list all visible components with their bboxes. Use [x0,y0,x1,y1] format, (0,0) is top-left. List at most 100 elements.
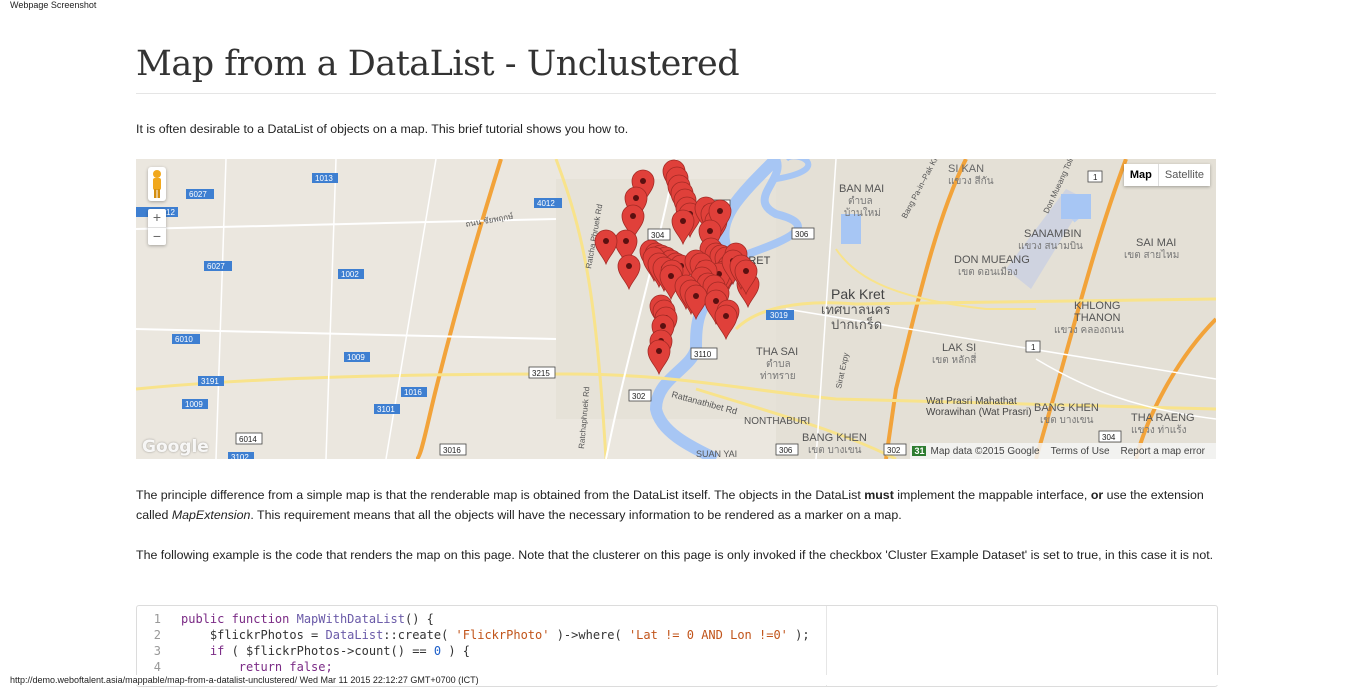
svg-text:Pak Kret: Pak Kret [831,286,885,302]
map-canvas[interactable]: 1013 6027 12 4012 6027 1002 6010 1009 31… [136,159,1216,459]
svg-text:แขวง ท่าแร้ง: แขวง ท่าแร้ง [1131,424,1187,436]
svg-text:12: 12 [166,208,175,217]
terms-of-use-link[interactable]: Terms of Use [1051,446,1110,457]
svg-text:3110: 3110 [694,350,712,359]
para2-extension-name: MapExtension [171,508,251,522]
capture-footer: http://demo.weboftalent.asia/mappable/ma… [10,675,1340,685]
svg-text:1016: 1016 [404,388,422,397]
code-line: 3 if ( $flickrPhotos->count() == 0 ) { [137,644,470,660]
zoom-in-button[interactable]: + [148,209,166,228]
svg-text:1013: 1013 [315,174,333,183]
map-marker-dot [633,195,639,201]
svg-text:306: 306 [779,446,793,455]
code-text: ( $flickrPhotos->count() == [224,644,434,658]
map-marker-dot [713,298,719,304]
line-number: 3 [153,644,161,658]
svg-text:แขวง สนามบิน: แขวง สนามบิน [1018,241,1083,252]
code-text: ); [787,628,810,642]
svg-text:THA SAI: THA SAI [756,346,798,358]
map-type-map-button[interactable]: Map [1123,164,1159,186]
map-marker-dot [693,293,699,299]
svg-text:1002: 1002 [341,270,359,279]
svg-text:เขต บางเขน: เขต บางเขน [808,445,862,456]
svg-text:6027: 6027 [189,190,207,199]
svg-text:1: 1 [1093,173,1098,182]
page-title: Map from a DataList - Unclustered [136,44,740,84]
svg-text:แขวง คลองถนน: แขวง คลองถนน [1054,325,1124,336]
code-line: 1 public function MapWithDataList() { [137,612,434,628]
svg-text:DON MUEANG: DON MUEANG [954,254,1030,266]
svg-text:ปากเกร็ด: ปากเกร็ด [831,315,882,332]
svg-text:3019: 3019 [770,311,788,320]
svg-text:NONTHABURI: NONTHABURI [744,416,810,427]
map-marker-dot [626,263,632,269]
map-marker-dot [743,268,749,274]
map-marker-dot [723,313,729,319]
svg-text:ท่าทราย: ท่าทราย [760,371,796,382]
svg-text:304: 304 [1102,433,1116,442]
street-view-pegman[interactable] [148,167,166,201]
para2-text-d: . This requirement means that all the ob… [250,508,902,522]
google-logo[interactable]: Google [142,437,209,457]
svg-text:306: 306 [795,230,809,239]
zoom-out-button[interactable]: − [148,228,166,246]
map-type-satellite-button[interactable]: Satellite [1158,164,1210,186]
code-keyword: if [181,644,225,658]
code-text: )->where( [549,628,629,642]
para2-text-a: The principle difference from a simple m… [136,488,865,502]
zoom-control: + − [148,209,166,245]
svg-text:6027: 6027 [207,262,225,271]
google-map[interactable]: 1013 6027 12 4012 6027 1002 6010 1009 31… [136,159,1216,459]
code-text: ) { [441,644,471,658]
map-marker-dot [623,238,629,244]
svg-text:302: 302 [887,446,901,455]
svg-text:3102: 3102 [231,453,249,459]
svg-text:6014: 6014 [239,435,257,444]
svg-text:ถนน ชัยพฤกษ์: ถนน ชัยพฤกษ์ [465,211,515,229]
svg-text:KHLONG: KHLONG [1074,300,1120,312]
svg-text:SI KAN: SI KAN [948,163,984,175]
report-map-error-link[interactable]: Report a map error [1121,446,1205,457]
svg-text:Wat Prasri Mahathat: Wat Prasri Mahathat [926,396,1017,407]
svg-text:4012: 4012 [537,199,555,208]
map-data-credit[interactable]: Map data ©2015 Google [930,446,1039,457]
map-marker-dot [656,348,662,354]
para2-or: or [1090,488,1104,502]
svg-text:6010: 6010 [175,335,193,344]
code-keyword: public function [181,612,297,626]
svg-text:ตำบล: ตำบล [848,196,873,207]
map-marker-dot [707,228,713,234]
svg-text:THA RAENG: THA RAENG [1131,412,1195,424]
svg-text:แขวง สีกัน: แขวง สีกัน [948,175,994,187]
svg-text:บ้านใหม่: บ้านใหม่ [844,207,881,219]
code-line: 4 return false; [137,660,333,676]
line-number: 1 [153,612,161,626]
svg-text:เทศบาลนคร: เทศบาลนคร [821,302,890,317]
code-keyword: return false; [181,660,333,674]
svg-text:SUAN YAI: SUAN YAI [696,449,737,459]
map-type-control: Map Satellite [1123,164,1210,186]
map-marker-dot [668,273,674,279]
pegman-icon [153,170,161,198]
svg-text:3016: 3016 [443,446,461,455]
map-marker-dot [640,178,646,184]
map-marker-dot [680,218,686,224]
code-text: $flickrPhotos = [181,628,326,642]
line-number: 4 [153,660,161,674]
map-marker-dot [717,208,723,214]
svg-text:1009: 1009 [347,353,365,362]
code-function-name: MapWithDataList [296,612,405,626]
code-line: 2 $flickrPhotos = DataList::create( 'Fli… [137,628,810,644]
svg-text:SAI MAI: SAI MAI [1136,237,1176,249]
svg-text:เขต หลักสี่: เขต หลักสี่ [932,352,976,366]
code-string: 'Lat != 0 AND Lon !=0' [628,628,788,642]
svg-text:SANAMBIN: SANAMBIN [1024,228,1082,240]
example-paragraph: The following example is the code that r… [136,548,1214,562]
map-marker-dot [660,323,666,329]
code-class-name: DataList [325,628,384,642]
svg-text:LAK SI: LAK SI [942,342,976,354]
principle-paragraph: The principle difference from a simple m… [136,485,1216,525]
svg-text:เขต บางเขน: เขต บางเขน [1040,415,1094,426]
intro-paragraph: It is often desirable to a DataList of o… [136,122,629,136]
svg-text:THANON: THANON [1074,312,1121,324]
